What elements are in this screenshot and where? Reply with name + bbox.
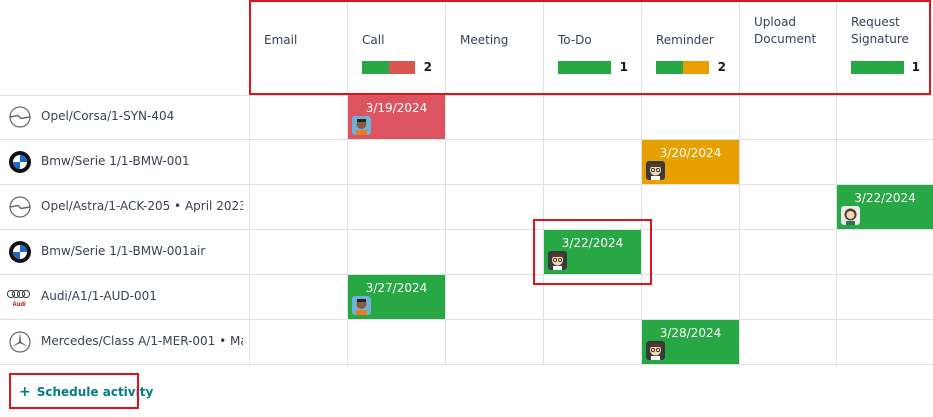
activity-cell[interactable]: 3/19/2024 xyxy=(348,95,445,139)
row-record[interactable]: Opel/Corsa/1-SYN-404 xyxy=(0,95,249,139)
avatar-man-icon xyxy=(352,116,371,135)
activity-date: 3/28/2024 xyxy=(659,326,722,340)
row-record-name: Bmw/Serie 1/1-BMW-001 xyxy=(41,154,190,168)
row-record-name: Mercedes/Class A/1-MER-001 • Marc... xyxy=(41,334,243,348)
row-record[interactable]: Bmw/Serie 1/1-BMW-001 xyxy=(0,140,249,184)
table-row[interactable]: Mercedes/Class A/1-MER-001 • Marc... 3/28… xyxy=(0,320,933,365)
avatar-woman-icon xyxy=(841,206,860,225)
bmw-logo-icon xyxy=(8,240,32,264)
row-record[interactable]: Mercedes/Class A/1-MER-001 • Marc... xyxy=(0,320,249,364)
activity-cell[interactable]: 3/22/2024 xyxy=(544,230,641,274)
column-header-reminder[interactable]: Reminder 2 xyxy=(641,0,739,95)
table-row[interactable]: Bmw/Serie 1/1-BMW-001air 3/22/2024 xyxy=(0,230,933,275)
svg-text:Audi: Audi xyxy=(12,302,26,308)
row-record[interactable]: Opel/Astra/1-ACK-205 • April 2023 xyxy=(0,185,249,229)
progress-segment xyxy=(558,61,611,74)
row-record-name: Audi/A1/1-AUD-001 xyxy=(41,289,157,303)
activity-count: 2 xyxy=(423,60,432,74)
column-header-meeting[interactable]: Meeting xyxy=(445,0,543,95)
activity-date: 3/19/2024 xyxy=(365,101,428,115)
progress-segment xyxy=(851,61,904,74)
avatar-glasses-icon xyxy=(548,251,567,270)
activity-count: 1 xyxy=(911,60,920,74)
column-title: Reminder xyxy=(656,33,714,47)
column-header-to-do[interactable]: To-Do 1 xyxy=(543,0,641,95)
plus-icon: + xyxy=(19,384,31,400)
bmw-logo-icon xyxy=(8,150,32,174)
schedule-activity-label: Schedule activity xyxy=(36,385,154,399)
avatar-glasses-icon xyxy=(646,341,665,360)
progress-segment xyxy=(362,61,389,74)
avatar-man-icon xyxy=(352,296,371,315)
progress-segment xyxy=(656,61,683,74)
opel-logo-icon xyxy=(8,195,32,219)
column-header-email[interactable]: Email xyxy=(249,0,347,95)
progress-bar[interactable] xyxy=(362,61,415,74)
row-record[interactable]: Bmw/Serie 1/1-BMW-001air xyxy=(0,230,249,274)
progress-bar[interactable] xyxy=(558,61,611,74)
activity-cell[interactable]: 3/20/2024 xyxy=(642,140,739,184)
activity-count: 1 xyxy=(619,60,628,74)
column-title: Request Signature xyxy=(851,15,909,46)
activity-date: 3/22/2024 xyxy=(854,191,916,205)
column-header-request-signature[interactable]: Request Signature 1 xyxy=(836,0,933,95)
activity-date: 3/22/2024 xyxy=(561,236,624,250)
activity-count: 2 xyxy=(717,60,726,74)
row-record-name: Opel/Astra/1-ACK-205 • April 2023 xyxy=(41,199,243,213)
progress-bar[interactable] xyxy=(851,61,904,74)
activity-cell[interactable]: 3/28/2024 xyxy=(642,320,739,364)
avatar-glasses-icon xyxy=(646,161,665,180)
activity-cell[interactable]: 3/27/2024 xyxy=(348,275,445,319)
progress-segment xyxy=(388,61,415,74)
column-header-call[interactable]: Call 2 xyxy=(347,0,445,95)
column-title: Upload Document xyxy=(754,15,817,46)
schedule-activity-button[interactable]: + Schedule activity xyxy=(19,384,153,400)
column-title: To-Do xyxy=(558,33,592,47)
schedule-activity-highlight: + Schedule activity xyxy=(9,373,153,409)
column-header-upload-document[interactable]: Upload Document xyxy=(739,0,836,95)
row-record[interactable]: Audi Audi/A1/1-AUD-001 xyxy=(0,275,249,319)
table-row[interactable]: Opel/Astra/1-ACK-205 • April 2023 3/22/20… xyxy=(0,185,933,230)
table-row[interactable]: Opel/Corsa/1-SYN-404 3/19/2024 xyxy=(0,95,933,140)
audi-logo-icon: Audi xyxy=(6,285,31,309)
activity-date: 3/20/2024 xyxy=(659,146,722,160)
row-record-name: Opel/Corsa/1-SYN-404 xyxy=(41,109,175,123)
progress-segment xyxy=(682,61,709,74)
activity-cell[interactable]: 3/22/2024 xyxy=(837,185,933,229)
table-row[interactable]: Bmw/Serie 1/1-BMW-001 3/20/2024 xyxy=(0,140,933,185)
mercedes-logo-icon xyxy=(8,330,32,354)
opel-logo-icon xyxy=(8,105,32,129)
table-row[interactable]: Audi Audi/A1/1-AUD-001 3/27/2024 xyxy=(0,275,933,320)
activity-date: 3/27/2024 xyxy=(365,281,428,295)
column-title: Call xyxy=(362,33,385,47)
column-title: Meeting xyxy=(460,33,509,47)
progress-bar[interactable] xyxy=(656,61,709,74)
column-title: Email xyxy=(264,33,298,47)
row-record-name: Bmw/Serie 1/1-BMW-001air xyxy=(41,244,206,258)
